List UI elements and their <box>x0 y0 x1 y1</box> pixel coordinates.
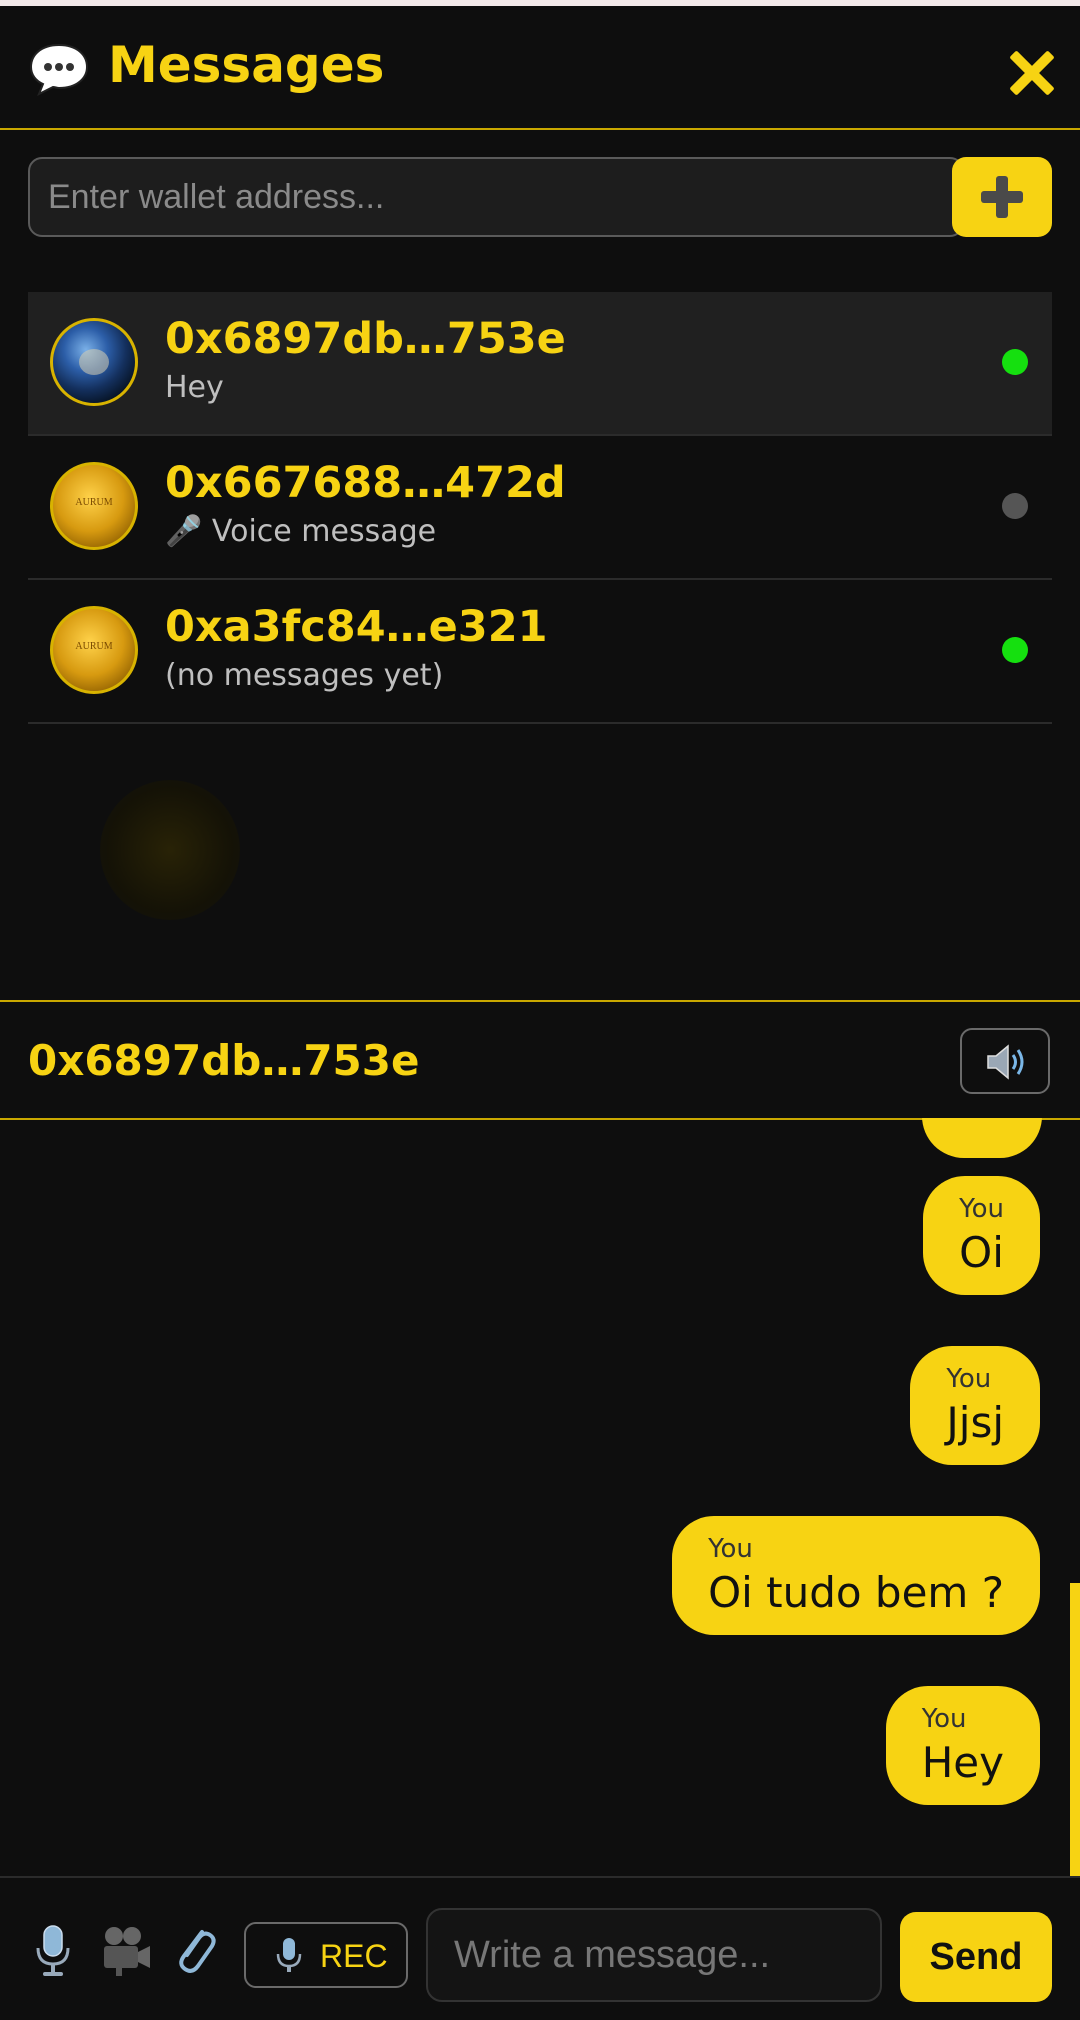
video-camera-icon[interactable] <box>98 1922 154 1978</box>
message-sender: You <box>959 1194 1004 1224</box>
message-bubble: You Oi <box>923 1176 1040 1295</box>
online-status-dot <box>1002 349 1028 375</box>
close-icon[interactable] <box>1008 50 1054 96</box>
message-sender: You <box>708 1534 753 1564</box>
background-glow <box>100 780 240 920</box>
conversation-list: 0x6897db…753e Hey AURUM 0x667688…472d 🎤 … <box>28 292 1052 724</box>
coin-text: AURUM <box>75 641 113 652</box>
message-composer: REC Send <box>0 1876 1080 2020</box>
conversation-item[interactable]: AURUM 0x667688…472d 🎤 Voice message <box>28 436 1052 580</box>
message-input[interactable] <box>426 1908 882 2002</box>
microphone-icon[interactable] <box>28 1922 78 1978</box>
speaker-button[interactable] <box>960 1028 1050 1094</box>
message-sender: You <box>921 1704 967 1734</box>
page-title: Messages <box>108 36 385 94</box>
message-text: Hey <box>921 1738 1004 1787</box>
record-label: REC <box>320 1938 388 1974</box>
conversation-item[interactable]: AURUM 0xa3fc84…e321 (no messages yet) <box>28 580 1052 724</box>
record-button[interactable]: REC <box>244 1922 408 1988</box>
plus-icon <box>981 176 1023 218</box>
conversation-preview: Hey <box>165 370 224 405</box>
speaker-icon <box>987 1044 1024 1080</box>
aurum-coin-avatar: AURUM <box>50 606 138 694</box>
conversation-address: 0xa3fc84…e321 <box>165 602 548 652</box>
message-text: Jjsj <box>946 1398 1004 1447</box>
message-text: Oi <box>959 1228 1004 1277</box>
message-bubble: You Jjsj <box>910 1346 1040 1465</box>
chat-header: 0x6897db…753e <box>0 1000 1080 1120</box>
add-conversation-button[interactable] <box>952 157 1052 237</box>
message-sender: You <box>946 1364 992 1394</box>
chat-peer-address: 0x6897db…753e <box>28 1036 420 1085</box>
message-thread: You Oi You Jjsj You Oi tudo bem ? You He… <box>0 1118 1080 1876</box>
conversation-preview: 🎤 Voice message <box>165 514 437 549</box>
message-scrollbar[interactable] <box>1070 1583 1080 1879</box>
conversation-address: 0x6897db…753e <box>165 314 566 364</box>
microphone-icon <box>276 1938 302 1972</box>
aurum-coin-avatar: AURUM <box>50 462 138 550</box>
send-button[interactable]: Send <box>900 1912 1052 2002</box>
speech-bubble-icon <box>29 43 89 96</box>
wallet-address-input[interactable] <box>28 157 964 237</box>
conversation-address: 0x667688…472d <box>165 458 566 508</box>
online-status-dot <box>1002 637 1028 663</box>
message-bubble: You Oi tudo bem ? <box>672 1516 1040 1635</box>
conversation-item[interactable]: 0x6897db…753e Hey <box>28 292 1052 436</box>
paperclip-icon[interactable] <box>170 1922 220 1978</box>
conversation-preview: (no messages yet) <box>165 658 444 693</box>
coin-text: AURUM <box>75 497 113 508</box>
message-bubble: You Hey <box>885 1686 1040 1805</box>
message-text: Oi tudo bem ? <box>708 1568 1004 1617</box>
earth-avatar <box>50 318 138 406</box>
offline-status-dot <box>1002 493 1028 519</box>
message-bubble-partial <box>922 1118 1042 1158</box>
messages-header: Messages <box>0 6 1080 130</box>
